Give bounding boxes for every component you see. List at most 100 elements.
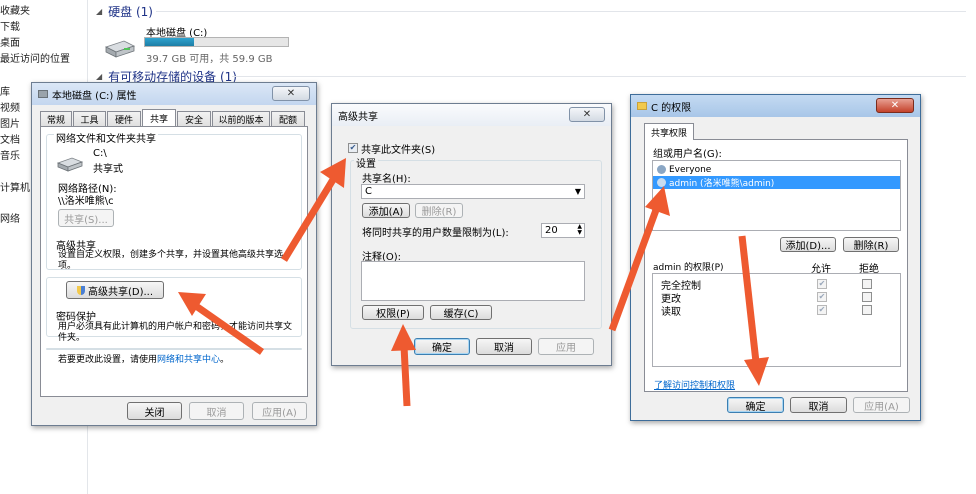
remove-share-button[interactable]: 删除(R): [415, 203, 463, 218]
share-path-short: C:\: [93, 148, 107, 159]
drive-free-space: 39.7 GB 可用，共 59.9 GB: [146, 54, 273, 65]
tab-hardware[interactable]: 硬件: [107, 111, 141, 126]
nav-recent-places[interactable]: 最近访问的位置: [0, 50, 70, 65]
permissions-for-label: admin 的权限(P): [653, 263, 724, 273]
nav-videos[interactable]: 视频: [0, 99, 20, 114]
user-name: Everyone: [669, 164, 712, 175]
share-folder-checkbox[interactable]: ✔: [348, 143, 358, 153]
sharing-tab-panel: 网络文件和文件夹共享 C:\ 共享式 网络路径(N): \\洛米唯熊\c 共享(…: [40, 126, 308, 397]
cancel-button[interactable]: 取消: [189, 402, 244, 420]
ok-button[interactable]: 确定: [727, 397, 784, 413]
network-sharing-heading: 网络文件和文件夹共享: [54, 130, 158, 145]
user-name: admin (洛米唯熊\admin): [669, 179, 775, 189]
apply-button[interactable]: 应用: [538, 338, 594, 355]
password-period: 。: [220, 355, 230, 365]
spin-arrows-icon: ▲ ▼: [577, 223, 582, 236]
advanced-sharing-body: ✔ 共享此文件夹(S) 设置 共享名(H): C ▼ 添加(A) 删除(R) 将…: [338, 130, 607, 331]
share-permissions-panel: 组或用户名(G): Everyone admin (洛米唯熊\admin) 添加…: [644, 139, 908, 392]
properties-title-icon: [38, 90, 48, 98]
access-control-help-link[interactable]: 了解访问控制和权限: [654, 378, 735, 391]
share-name-select[interactable]: C ▼: [361, 184, 585, 199]
properties-title: 本地磁盘 (C:) 属性: [52, 90, 137, 102]
folder-icon: [637, 102, 647, 110]
permissions-titlebar: C 的权限 ✕: [631, 95, 920, 117]
user-limit-value: 20: [545, 225, 558, 236]
nav-network[interactable]: 网络: [0, 210, 20, 225]
users-list[interactable]: Everyone admin (洛米唯熊\admin): [652, 160, 901, 231]
advanced-sharing-titlebar: 高级共享 ✕: [332, 104, 611, 126]
permissions-title: C 的权限: [651, 102, 692, 114]
tab-previous-versions[interactable]: 以前的版本: [212, 111, 270, 126]
apply-button[interactable]: 应用(A): [252, 402, 307, 420]
share-state: 共享式: [93, 164, 123, 175]
permission-read: 读取: [661, 307, 681, 318]
add-user-button[interactable]: 添加(D)...: [780, 237, 836, 252]
advanced-sharing-button[interactable]: 高级共享(D)...: [66, 281, 164, 299]
chevron-down-icon: ▼: [574, 187, 581, 196]
group-divider: [156, 11, 966, 12]
network-path-value: \\洛米唯熊\c: [58, 196, 114, 207]
nav-computer[interactable]: 计算机: [0, 179, 30, 194]
advanced-sharing-title: 高级共享: [338, 111, 378, 123]
nav-music[interactable]: 音乐: [0, 147, 20, 162]
cancel-button[interactable]: 取消: [476, 338, 532, 355]
shared-drive-icon: [56, 157, 84, 172]
collapse-triangle-icon: ◢: [96, 72, 103, 81]
properties-titlebar: 本地磁盘 (C:) 属性 ✕: [32, 83, 316, 105]
password-protection-description: 用户必须具有此计算机的用户帐户和密码，才能访问共享文件夹。: [58, 322, 293, 343]
nav-libraries[interactable]: 库: [0, 83, 10, 98]
hard-drive-icon: [104, 40, 136, 58]
tab-share-permissions[interactable]: 共享权限: [644, 123, 694, 140]
deny-change-checkbox[interactable]: [862, 292, 872, 302]
advanced-sharing-button-label: 高级共享(D)...: [87, 286, 154, 298]
tab-sharing[interactable]: 共享: [142, 109, 176, 126]
advanced-sharing-description: 设置自定义权限，创建多个共享，并设置其他高级共享选项。: [58, 250, 284, 271]
drive-usage-bar: [144, 37, 289, 47]
user-icon: [657, 178, 666, 187]
allow-change-checkbox[interactable]: ✔: [817, 292, 827, 302]
properties-dialog: 本地磁盘 (C:) 属性 ✕ 常规 工具 硬件 共享 安全 以前的版本 配额 网…: [31, 82, 317, 426]
user-limit-label: 将同时共享的用户数量限制为(L):: [362, 228, 509, 239]
user-row-admin[interactable]: admin (洛米唯熊\admin): [653, 176, 900, 189]
share-folder-label: 共享此文件夹(S): [361, 145, 436, 156]
deny-full-control-checkbox[interactable]: [862, 279, 872, 289]
close-icon[interactable]: ✕: [569, 107, 605, 122]
tab-general[interactable]: 常规: [40, 111, 72, 126]
advanced-sharing-dialog: 高级共享 ✕ ✔ 共享此文件夹(S) 设置 共享名(H): C ▼ 添加(A) …: [331, 103, 612, 366]
share-button[interactable]: 共享(S)...: [58, 209, 114, 227]
close-button[interactable]: 关闭: [127, 402, 182, 420]
password-divider: [46, 348, 302, 350]
tab-quota[interactable]: 配额: [271, 111, 305, 126]
nav-pictures[interactable]: 图片: [0, 115, 20, 130]
comment-textarea[interactable]: [361, 261, 585, 301]
cancel-button[interactable]: 取消: [790, 397, 847, 413]
close-icon[interactable]: ✕: [272, 86, 310, 101]
tab-security[interactable]: 安全: [177, 111, 211, 126]
remove-user-button[interactable]: 删除(R): [843, 237, 899, 252]
allow-read-checkbox[interactable]: ✔: [817, 305, 827, 315]
nav-downloads[interactable]: 下载: [0, 18, 20, 33]
password-protection-heading: 密码保护: [54, 308, 98, 323]
apply-button[interactable]: 应用(A): [853, 397, 910, 413]
share-name-label: 共享名(H):: [362, 174, 411, 185]
deny-read-checkbox[interactable]: [862, 305, 872, 315]
ok-button[interactable]: 确定: [414, 338, 470, 355]
password-change-hint: 若要更改此设置，请使用网络和共享中心。: [58, 352, 229, 365]
allow-full-control-checkbox[interactable]: ✔: [817, 279, 827, 289]
nav-desktop[interactable]: 桌面: [0, 34, 20, 49]
close-icon[interactable]: ✕: [876, 98, 914, 113]
hard-disk-group-label: 硬盘 (1): [108, 5, 153, 19]
nav-documents[interactable]: 文档: [0, 131, 20, 146]
add-share-button[interactable]: 添加(A): [362, 203, 410, 218]
user-row-everyone[interactable]: Everyone: [653, 163, 711, 176]
collapse-triangle-icon: ◢: [96, 7, 103, 16]
hard-disk-group-header[interactable]: ◢ 硬盘 (1): [96, 3, 153, 20]
user-limit-stepper[interactable]: 20 ▲ ▼: [541, 223, 585, 238]
caching-button[interactable]: 缓存(C): [430, 305, 492, 320]
permissions-button[interactable]: 权限(P): [362, 305, 424, 320]
nav-favorites[interactable]: 收藏夹: [0, 2, 30, 17]
tab-tools[interactable]: 工具: [73, 111, 106, 126]
group-icon: [657, 165, 666, 174]
group-users-label: 组或用户名(G):: [653, 149, 722, 160]
network-sharing-center-link[interactable]: 网络和共享中心: [157, 355, 220, 365]
